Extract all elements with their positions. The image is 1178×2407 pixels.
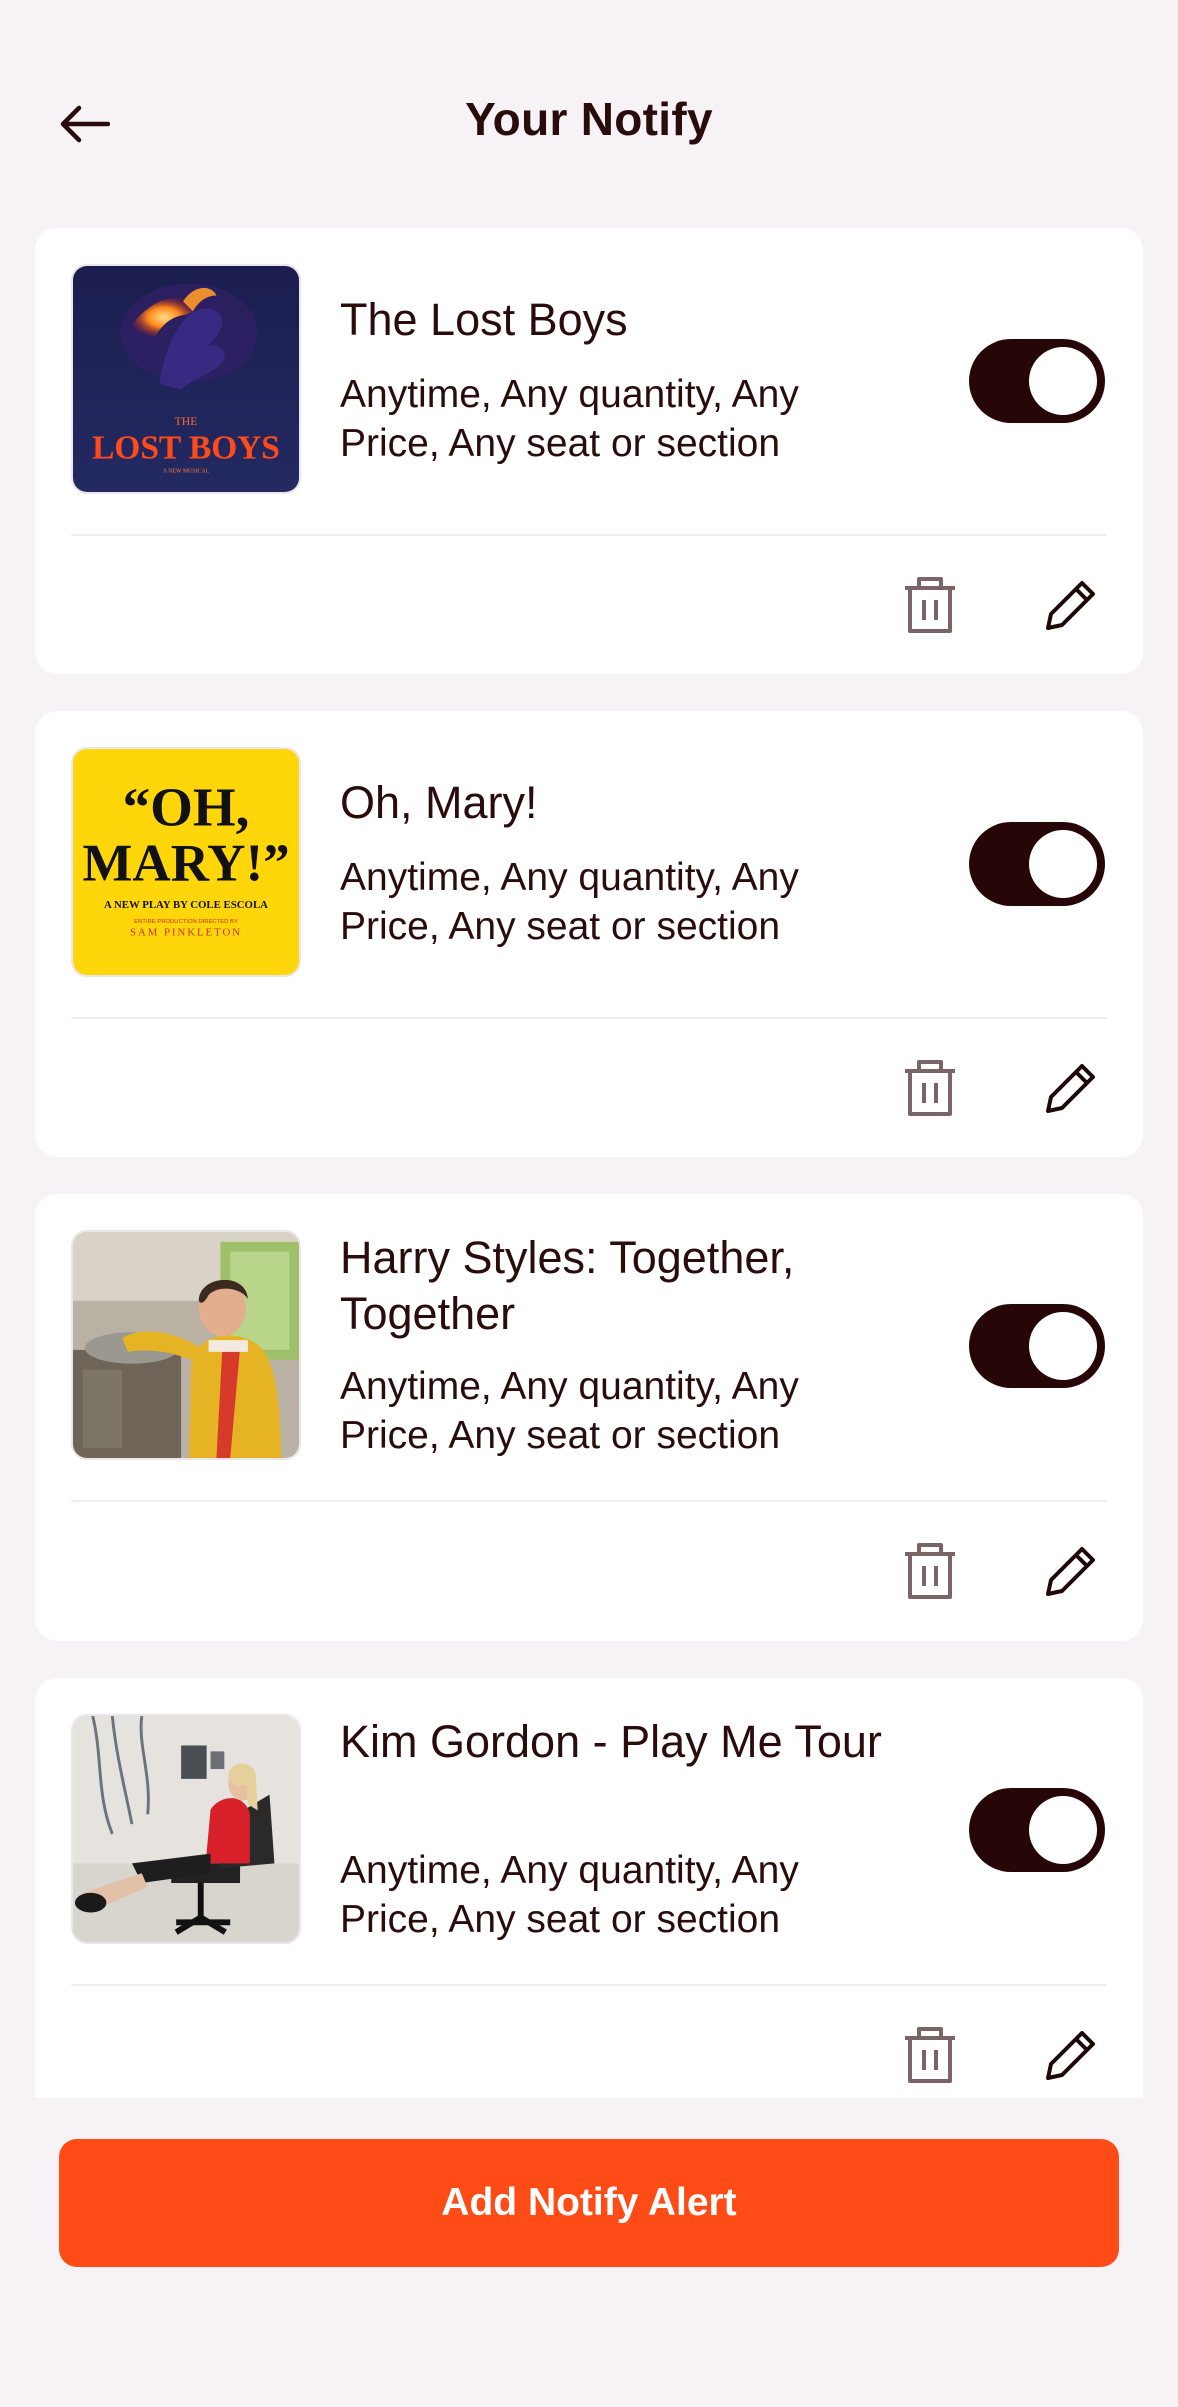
trash-icon <box>905 577 955 633</box>
divider <box>71 1017 1107 1019</box>
pencil-icon <box>1046 1547 1095 1596</box>
trash-icon <box>905 1543 955 1599</box>
pencil-icon <box>1046 1064 1095 1113</box>
delete-button[interactable] <box>894 1052 966 1124</box>
add-notify-alert-button[interactable]: Add Notify Alert <box>59 2139 1119 2267</box>
trash-icon <box>905 2027 955 2083</box>
toggle-knob <box>1029 830 1097 898</box>
alert-title: Harry Styles: Together, Together <box>340 1232 795 1339</box>
alert-criteria: Anytime, Any quantity, Any Price, Any se… <box>340 1365 799 1457</box>
alert-toggle[interactable] <box>969 339 1105 423</box>
edit-button[interactable] <box>1035 1535 1107 1607</box>
lost-boys-poster: THE LOST BOYS A NEW MUSICAL <box>73 266 299 492</box>
edit-button[interactable] <box>1035 1052 1107 1124</box>
poster-image: “OH, MARY!” A NEW PLAY BY COLE ESCOLA EN… <box>71 747 301 977</box>
event-image <box>71 1230 301 1460</box>
event-image <box>71 1714 301 1944</box>
divider <box>71 534 1107 536</box>
alert-card: Kim Gordon - Play Me Tour Anytime, Any q… <box>35 1678 1143 2098</box>
kim-gordon-photo <box>73 1716 299 1942</box>
edit-button[interactable] <box>1035 569 1107 641</box>
toggle-knob <box>1029 1796 1097 1864</box>
alert-criteria: Anytime, Any quantity, Any Price, Any se… <box>340 373 799 465</box>
delete-button[interactable] <box>894 1535 966 1607</box>
header: Your Notify <box>0 0 1178 200</box>
alert-card: THE LOST BOYS A NEW MUSICAL The Lost Boy… <box>35 228 1143 674</box>
poster-image: THE LOST BOYS A NEW MUSICAL <box>71 264 301 494</box>
oh-mary-poster: “OH, MARY!” A NEW PLAY BY COLE ESCOLA EN… <box>73 749 299 975</box>
alert-title: Kim Gordon - Play Me Tour <box>340 1716 882 1767</box>
alert-toggle[interactable] <box>969 1788 1105 1872</box>
alert-card: “OH, MARY!” A NEW PLAY BY COLE ESCOLA EN… <box>35 711 1143 1157</box>
delete-button[interactable] <box>894 2019 966 2091</box>
toggle-knob <box>1029 1312 1097 1380</box>
alert-toggle[interactable] <box>969 1304 1105 1388</box>
alert-criteria: Anytime, Any quantity, Any Price, Any se… <box>340 1849 799 1941</box>
notify-screen: Your Notify THE LOST BOYS A NEW MUSICAL … <box>0 0 1178 2407</box>
edit-button[interactable] <box>1035 2019 1107 2091</box>
poster-lettering: THE <box>175 414 198 428</box>
divider <box>71 1984 1107 1986</box>
alert-card: Harry Styles: Together, Together Anytime… <box>35 1194 1143 1641</box>
pencil-icon <box>1046 581 1095 630</box>
notify-alert-list[interactable]: THE LOST BOYS A NEW MUSICAL The Lost Boy… <box>35 228 1143 2098</box>
poster-lettering: MARY!” <box>82 835 289 893</box>
alert-toggle[interactable] <box>969 822 1105 906</box>
delete-button[interactable] <box>894 569 966 641</box>
poster-lettering: LOST BOYS <box>92 430 280 467</box>
alert-title: The Lost Boys <box>340 294 628 345</box>
divider <box>71 1500 1107 1502</box>
toggle-knob <box>1029 347 1097 415</box>
alert-criteria: Anytime, Any quantity, Any Price, Any se… <box>340 856 799 948</box>
poster-lettering: “OH, <box>123 777 250 838</box>
poster-lettering: A NEW MUSICAL <box>163 468 210 474</box>
alert-title: Oh, Mary! <box>340 777 538 828</box>
trash-icon <box>905 1060 955 1116</box>
poster-lettering: A NEW PLAY BY COLE ESCOLA <box>104 899 268 911</box>
harry-styles-photo <box>73 1232 299 1458</box>
page-title: Your Notify <box>465 93 713 145</box>
poster-lettering: SAM PINKLETON <box>130 927 242 939</box>
pencil-icon <box>1046 2031 1095 2080</box>
poster-lettering: ENTIRE PRODUCTION DIRECTED BY <box>134 919 238 925</box>
